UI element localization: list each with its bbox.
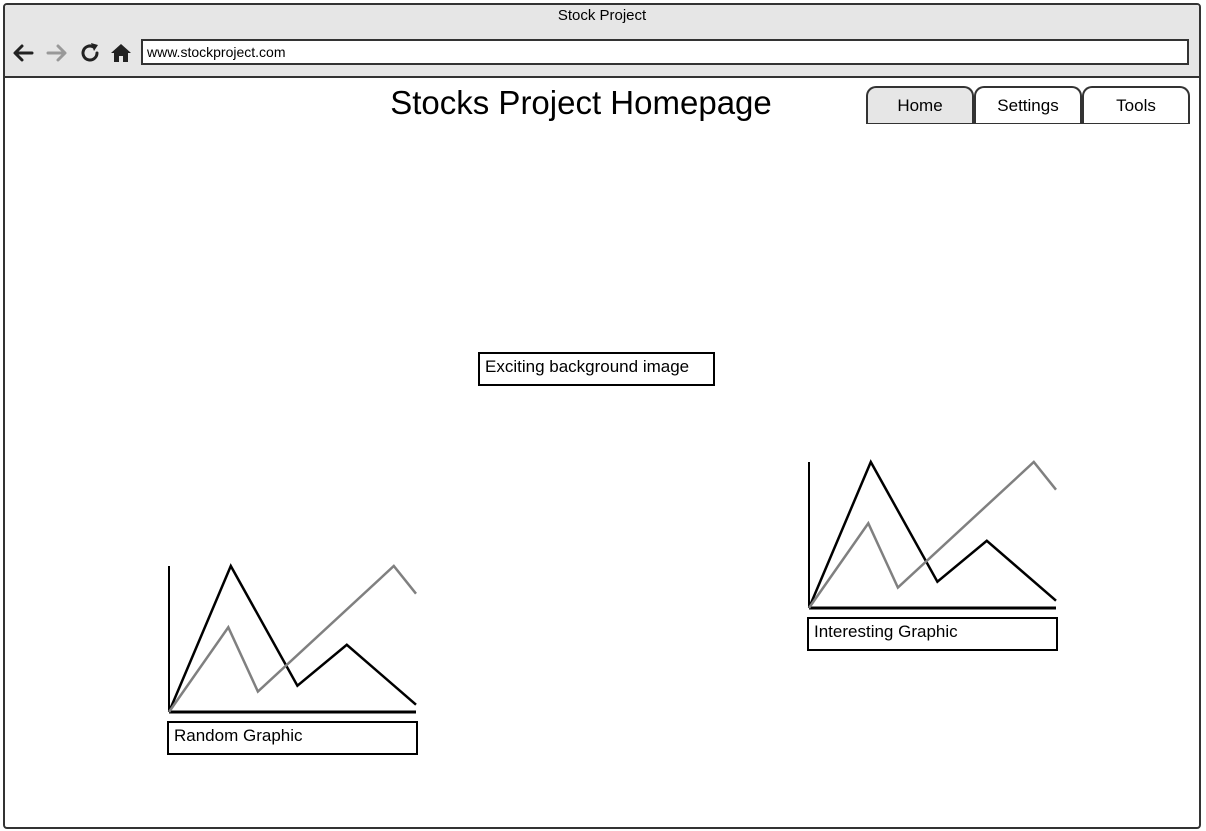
back-button[interactable] bbox=[11, 41, 35, 65]
random-graphic-caption: Random Graphic bbox=[167, 721, 418, 755]
background-image-placeholder: Exciting background image bbox=[478, 352, 715, 386]
random-graphic bbox=[166, 562, 418, 716]
interesting-graphic bbox=[806, 458, 1058, 612]
reload-button[interactable] bbox=[78, 41, 102, 65]
browser-window: Stock Project www.stockproject.com Stock… bbox=[3, 3, 1201, 829]
series-line-1 bbox=[807, 459, 1057, 609]
series-line-1 bbox=[167, 563, 417, 713]
series-line-2 bbox=[167, 564, 417, 713]
arrow-right-icon bbox=[46, 44, 67, 62]
random-graphic-chart bbox=[167, 563, 417, 714]
arrow-left-icon bbox=[13, 44, 34, 62]
address-bar[interactable]: www.stockproject.com bbox=[141, 39, 1189, 65]
tab-tools[interactable]: Tools bbox=[1082, 86, 1190, 123]
browser-chrome: Stock Project www.stockproject.com bbox=[5, 5, 1199, 78]
home-icon bbox=[111, 44, 131, 62]
interesting-graphic-caption: Interesting Graphic bbox=[807, 617, 1058, 651]
tab-home[interactable]: Home bbox=[866, 86, 974, 123]
interesting-graphic-chart bbox=[807, 459, 1057, 610]
window-title: Stock Project bbox=[557, 7, 647, 24]
page-title: Stocks Project Homepage bbox=[390, 84, 772, 121]
tab-settings[interactable]: Settings bbox=[974, 86, 1082, 123]
home-button[interactable] bbox=[109, 41, 133, 65]
forward-button[interactable] bbox=[45, 41, 69, 65]
reload-icon bbox=[81, 43, 99, 62]
series-line-2 bbox=[807, 460, 1057, 609]
